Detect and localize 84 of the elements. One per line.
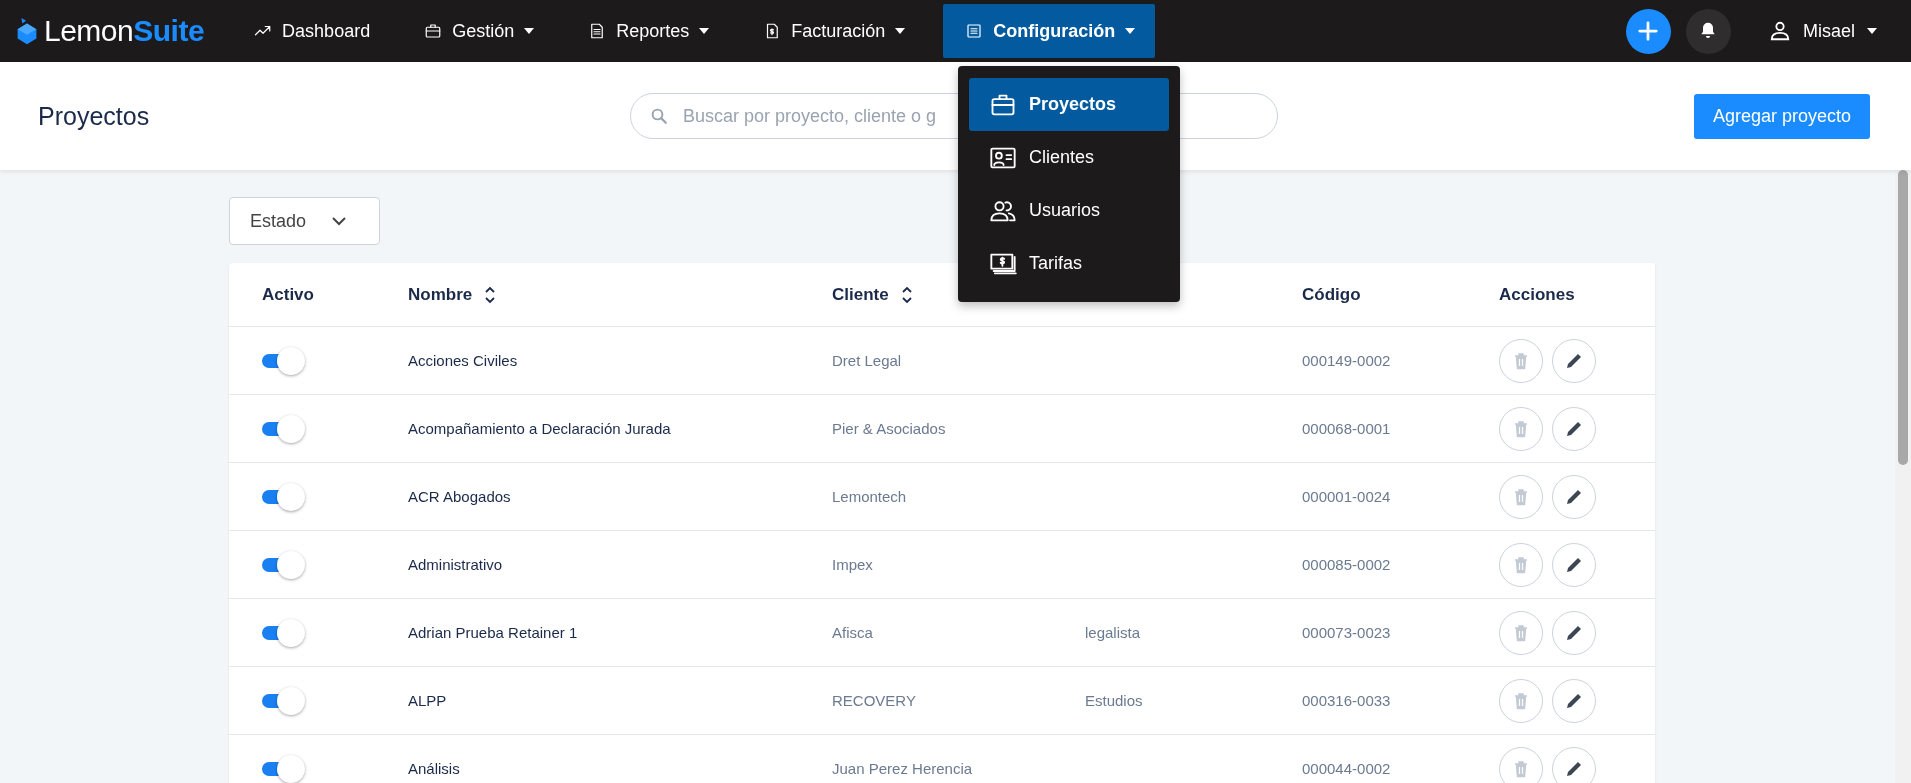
active-toggle[interactable]	[262, 686, 305, 715]
trash-icon	[1513, 759, 1529, 778]
sort-icon	[900, 285, 913, 304]
table-cell: Juan Perez Herencia	[832, 760, 973, 777]
caret-icon	[524, 28, 535, 34]
add-button[interactable]	[1626, 8, 1671, 54]
table-cell: Acompañamiento a Declaración Jurada	[408, 420, 671, 437]
caret-icon	[1867, 28, 1877, 34]
table-cell: 000001-0024	[1302, 488, 1391, 505]
caret-icon	[699, 28, 710, 34]
table-cell: Acciones Civiles	[408, 352, 518, 369]
active-toggle[interactable]	[262, 346, 305, 375]
nav-menu-item[interactable]: Facturación	[747, 4, 922, 58]
caret-icon	[1125, 28, 1136, 34]
table-cell: 000073-0023	[1302, 624, 1391, 641]
nav-menu-item[interactable]: Gestión	[408, 4, 551, 58]
page-title: Proyectos	[38, 101, 151, 131]
active-toggle[interactable]	[262, 550, 305, 579]
table-cell: Lemontech	[832, 488, 907, 505]
pencil-icon	[1565, 759, 1583, 778]
active-toggle[interactable]	[262, 482, 305, 511]
chevron-down-icon	[332, 216, 347, 226]
table-cell: 000044-0002	[1302, 760, 1391, 777]
table-cell: RECOVERY	[832, 692, 916, 709]
logo-text: LemonSuite	[44, 14, 205, 48]
edit-button[interactable]	[1552, 678, 1596, 723]
column-header[interactable]: Cliente	[832, 284, 889, 305]
pencil-icon	[1565, 623, 1583, 642]
pencil-icon	[1565, 691, 1583, 710]
column-header: Código	[1302, 284, 1361, 305]
edit-button[interactable]	[1552, 542, 1596, 587]
table-cell: Afisca	[832, 624, 873, 641]
briefcase-icon	[424, 22, 443, 40]
table-cell: Impex	[832, 556, 873, 573]
table-cell: 000085-0002	[1302, 556, 1391, 573]
pencil-icon	[1565, 351, 1583, 370]
active-toggle[interactable]	[262, 414, 305, 443]
dropdown-menu-item[interactable]: Proyectos	[969, 78, 1169, 131]
table-cell: Análisis	[408, 760, 460, 777]
notifications-button[interactable]	[1686, 8, 1731, 54]
table-cell: Pier & Asociados	[832, 420, 946, 437]
nav-menu-item[interactable]: Configuración	[943, 4, 1156, 58]
edit-button[interactable]	[1552, 474, 1596, 519]
column-header: Acciones	[1499, 284, 1575, 305]
caret-icon	[895, 28, 906, 34]
table-cell: Dret Legal	[832, 352, 902, 369]
table-cell: ALPP	[408, 692, 447, 709]
active-toggle[interactable]	[262, 618, 305, 647]
trash-icon	[1513, 555, 1529, 574]
trash-icon	[1513, 487, 1529, 506]
pencil-icon	[1565, 555, 1583, 574]
edit-button[interactable]	[1552, 746, 1596, 783]
sort-icon	[484, 285, 497, 304]
nav-menu-item[interactable]: Dashboard	[238, 4, 387, 58]
scrollbar[interactable]	[1895, 170, 1911, 783]
trash-icon	[1513, 623, 1529, 642]
status-filter-dropdown[interactable]: Estado	[229, 197, 380, 245]
column-header[interactable]: Nombre	[408, 284, 473, 305]
pencil-icon	[1565, 487, 1583, 506]
table-cell: Estudios	[1085, 692, 1143, 709]
table-cell: Adrian Prueba Retainer 1	[408, 624, 578, 641]
table-cell: 000149-0002	[1302, 352, 1391, 369]
search-icon	[650, 107, 668, 125]
edit-button[interactable]	[1552, 406, 1596, 451]
pencil-icon	[1565, 419, 1583, 438]
user-icon	[1769, 20, 1791, 42]
edit-button[interactable]	[1552, 610, 1596, 655]
table-cell: Administrativo	[408, 556, 503, 573]
table-cell: 000068-0001	[1302, 420, 1391, 437]
dropdown-menu-item[interactable]: Usuarios	[969, 184, 1169, 237]
trash-icon	[1513, 351, 1529, 370]
dropdown-menu-item[interactable]: Tarifas	[969, 237, 1169, 290]
plus-icon	[1637, 20, 1660, 42]
list-icon	[965, 22, 984, 40]
trash-icon	[1513, 419, 1529, 438]
user-menu[interactable]: Misael	[1769, 20, 1877, 42]
column-header: Activo	[262, 284, 314, 305]
edit-button[interactable]	[1552, 338, 1596, 383]
trash-icon	[1513, 691, 1529, 710]
active-toggle[interactable]	[262, 754, 305, 783]
table-cell: legalista	[1085, 624, 1141, 641]
table-cell: ACR Abogados	[408, 488, 511, 505]
table-cell: 000316-0033	[1302, 692, 1391, 709]
nav-menu-item[interactable]: Reportes	[572, 4, 726, 58]
